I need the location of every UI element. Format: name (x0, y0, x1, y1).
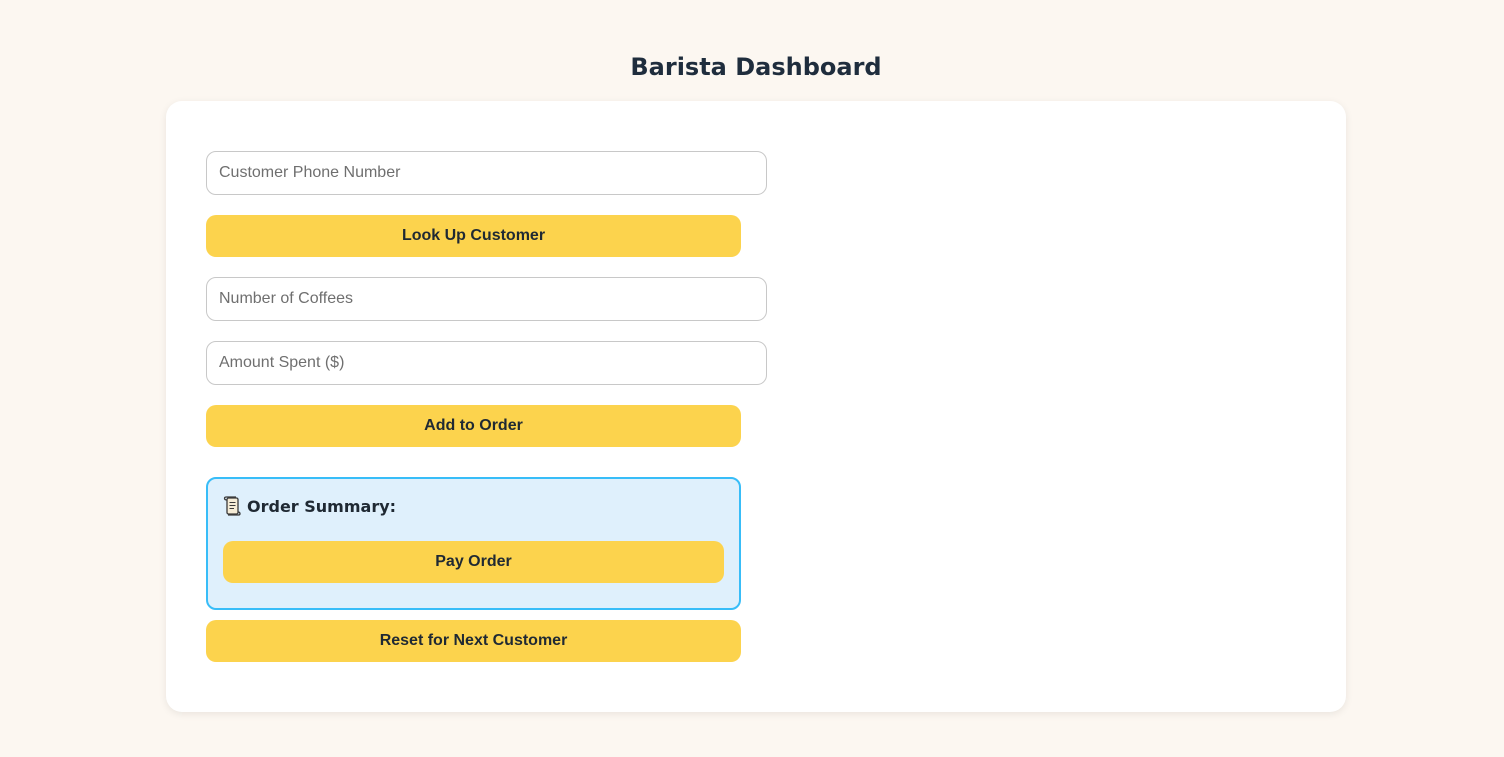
pay-order-button[interactable]: Pay Order (223, 541, 724, 583)
reset-next-customer-button[interactable]: Reset for Next Customer (206, 620, 741, 662)
look-up-customer-button[interactable]: Look Up Customer (206, 215, 741, 257)
add-to-order-button[interactable]: Add to Order (206, 405, 741, 447)
number-of-coffees-input[interactable] (206, 277, 767, 321)
amount-spent-input[interactable] (206, 341, 767, 385)
order-summary-title: Order Summary: (247, 496, 397, 516)
order-summary-panel: Order Summary: Pay Order (206, 477, 741, 610)
dashboard-card: Look Up Customer Add to Order Order Summ… (166, 101, 1346, 712)
page-title: Barista Dashboard (630, 53, 882, 81)
scroll-icon (223, 496, 241, 516)
order-summary-heading: Order Summary: (223, 496, 396, 516)
customer-phone-input[interactable] (206, 151, 767, 195)
